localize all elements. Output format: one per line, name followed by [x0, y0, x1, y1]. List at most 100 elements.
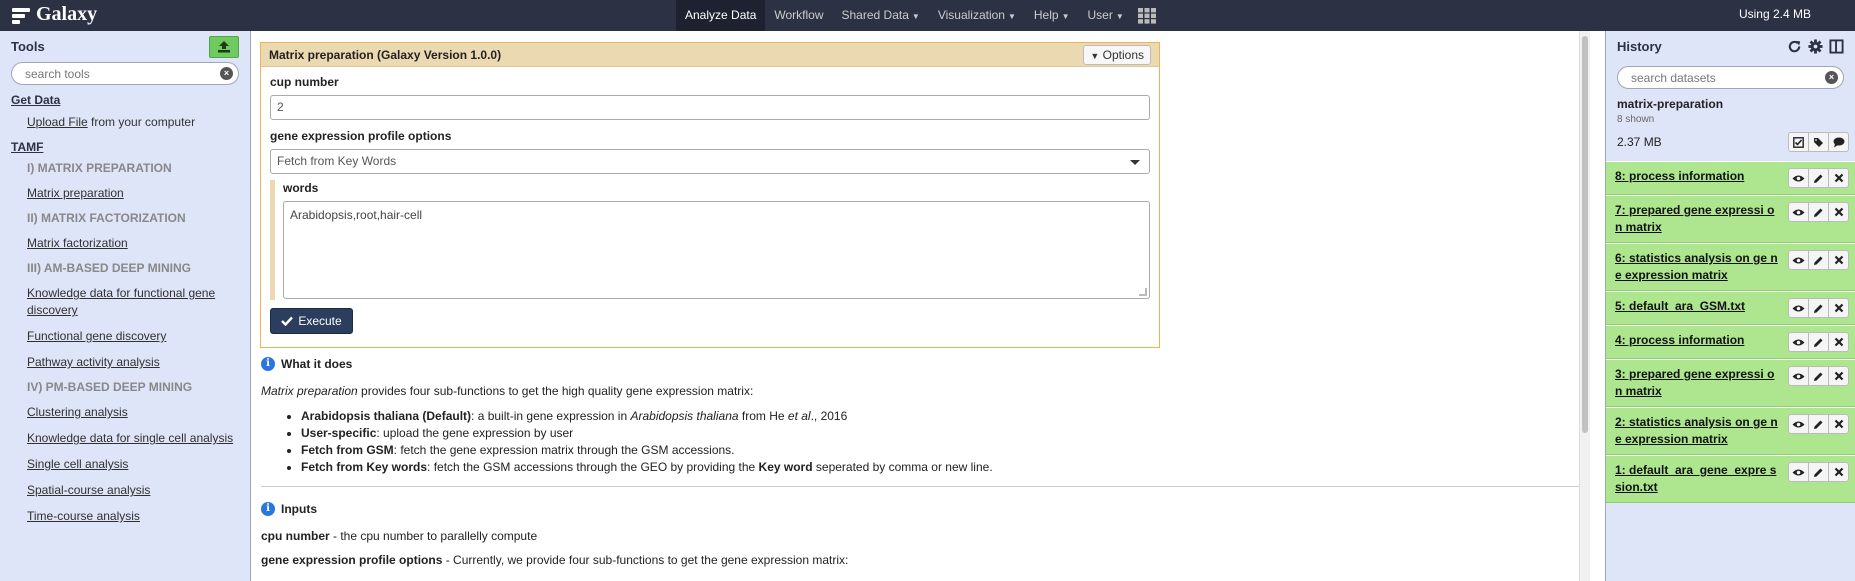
dataset-title[interactable]: 6: statistics analysis on ge ne expressi… [1615, 250, 1780, 284]
nav-label: Analyze Data [685, 8, 757, 22]
nav-workflow[interactable]: Workflow [765, 0, 832, 31]
tool-link[interactable]: Functional gene discovery [27, 329, 166, 343]
tool-link[interactable]: Clustering analysis [27, 405, 128, 419]
quota-meter[interactable]: Using 2.4 MB [1739, 0, 1811, 28]
dataset-item[interactable]: 4: process information [1606, 325, 1855, 359]
delete-button[interactable] [1828, 250, 1849, 270]
nav-user[interactable]: User ▼ [1079, 0, 1133, 31]
dataset-title[interactable]: 1: default_ara_gene_expre ssion.txt [1615, 462, 1780, 496]
caret-down-icon: ▼ [1007, 12, 1016, 21]
edit-button[interactable] [1808, 202, 1829, 222]
display-button[interactable] [1788, 298, 1809, 318]
tool-link[interactable]: Spatial-course analysis [27, 483, 150, 497]
words-textarea[interactable]: Arabidopsis,root,hair-cell [283, 201, 1150, 299]
help-bullet: Fetch from Key words: fetch the GSM acce… [301, 459, 1581, 476]
nav-analyze-data[interactable]: Analyze Data [676, 0, 766, 31]
delete-button[interactable] [1828, 168, 1849, 188]
select-items-button[interactable] [1788, 132, 1809, 152]
nav-shared-data[interactable]: Shared Data ▼ [833, 0, 929, 31]
resize-grip-icon[interactable] [1139, 288, 1147, 296]
delete-icon [1834, 337, 1843, 347]
edit-annotation-button[interactable] [1828, 132, 1849, 152]
help-bullet: Fetch from GSM: fetch the gene expressio… [301, 442, 1581, 459]
tool-upload-file[interactable]: Upload File [27, 115, 88, 129]
brand-link[interactable]: Galaxy [12, 3, 97, 26]
display-button[interactable] [1788, 366, 1809, 386]
delete-button[interactable] [1828, 202, 1849, 222]
delete-button[interactable] [1828, 462, 1849, 482]
history-title: History [1617, 39, 1662, 54]
display-button[interactable] [1788, 202, 1809, 222]
input-bold: cpu number [261, 529, 330, 543]
section-get-data[interactable]: Get Data [11, 93, 239, 107]
dataset-item[interactable]: 2: statistics analysis on ge ne expressi… [1606, 407, 1855, 455]
dataset-item[interactable]: 3: prepared gene expressi on matrix [1606, 359, 1855, 407]
tool-panel-header: Tools [0, 31, 250, 62]
dataset-title[interactable]: 3: prepared gene expressi on matrix [1615, 366, 1780, 400]
edit-button[interactable] [1808, 250, 1829, 270]
dataset-title[interactable]: 2: statistics analysis on ge ne expressi… [1615, 414, 1780, 448]
dataset-title[interactable]: 4: process information [1615, 332, 1780, 349]
brand-title: Galaxy [36, 3, 98, 25]
options-button[interactable]: ▼ Options [1083, 44, 1151, 65]
edit-button[interactable] [1808, 298, 1829, 318]
tool-link[interactable]: Single cell analysis [27, 457, 128, 471]
caret-down-icon: ▼ [911, 12, 920, 21]
upload-button[interactable] [209, 35, 239, 58]
tool-link[interactable]: Time-course analysis [27, 509, 140, 523]
display-button[interactable] [1788, 168, 1809, 188]
inputs-title: Inputs [281, 502, 317, 516]
delete-button[interactable] [1828, 298, 1849, 318]
edit-button[interactable] [1808, 462, 1829, 482]
tamf-tool-items: I) MATRIX PREPARATION Matrix preparation I… [11, 161, 239, 525]
dataset-item[interactable]: 8: process information [1606, 161, 1855, 195]
tool-item: Time-course analysis [27, 508, 239, 525]
dataset-item[interactable]: 1: default_ara_gene_expre ssion.txt [1606, 455, 1855, 503]
edit-tags-button[interactable] [1808, 132, 1829, 152]
section-tamf[interactable]: TAMF [11, 140, 239, 154]
cup-number-input[interactable]: 2 [270, 95, 1150, 120]
help-bullets: Arabidopsis thaliana (Default): a built-… [301, 408, 1581, 476]
gear-icon[interactable] [1808, 39, 1823, 54]
refresh-icon[interactable] [1787, 39, 1802, 54]
clear-search-icon[interactable]: × [220, 67, 233, 80]
tool-search-input[interactable] [25, 66, 175, 81]
dataset-item[interactable]: 5: default_ara_GSM.txt [1606, 291, 1855, 325]
history-size: 2.37 MB [1617, 135, 1662, 149]
history-search-input[interactable] [1631, 70, 1781, 85]
check-icon [281, 316, 294, 326]
dataset-title[interactable]: 8: process information [1615, 168, 1780, 185]
columns-icon[interactable] [1829, 39, 1844, 54]
apps-grid-icon[interactable] [1133, 0, 1161, 31]
dataset-item[interactable]: 7: prepared gene expressi on matrix [1606, 195, 1855, 243]
tool-link[interactable]: Knowledge data for functional gene disco… [27, 286, 215, 317]
display-button[interactable] [1788, 462, 1809, 482]
tool-item: Spatial-course analysis [27, 482, 239, 499]
edit-button[interactable] [1808, 366, 1829, 386]
tool-link[interactable]: Matrix preparation [27, 186, 124, 200]
delete-button[interactable] [1828, 366, 1849, 386]
dataset-title[interactable]: 5: default_ara_GSM.txt [1615, 298, 1780, 315]
dataset-title[interactable]: 7: prepared gene expressi on matrix [1615, 202, 1780, 236]
edit-button[interactable] [1808, 168, 1829, 188]
edit-button[interactable] [1808, 414, 1829, 434]
display-button[interactable] [1788, 414, 1809, 434]
tool-link[interactable]: Pathway activity analysis [27, 355, 160, 369]
nav-help[interactable]: Help ▼ [1025, 0, 1079, 31]
execute-button[interactable]: Execute [270, 308, 353, 334]
profile-options-select[interactable]: Fetch from Key Words [270, 149, 1150, 174]
center-scrollbar[interactable] [1579, 31, 1590, 581]
edit-button[interactable] [1808, 332, 1829, 352]
delete-button[interactable] [1828, 332, 1849, 352]
tool-link[interactable]: Knowledge data for single cell analysis [27, 431, 233, 445]
delete-button[interactable] [1828, 414, 1849, 434]
history-name[interactable]: matrix-preparation [1617, 97, 1844, 111]
tool-link[interactable]: Matrix factorization [27, 236, 128, 250]
bullet-bold: Key word [758, 460, 813, 474]
center-scrollbar-thumb[interactable] [1582, 36, 1588, 433]
display-button[interactable] [1788, 250, 1809, 270]
clear-search-icon[interactable]: × [1825, 71, 1838, 84]
nav-visualization[interactable]: Visualization ▼ [929, 0, 1025, 31]
display-button[interactable] [1788, 332, 1809, 352]
dataset-item[interactable]: 6: statistics analysis on ge ne expressi… [1606, 243, 1855, 291]
